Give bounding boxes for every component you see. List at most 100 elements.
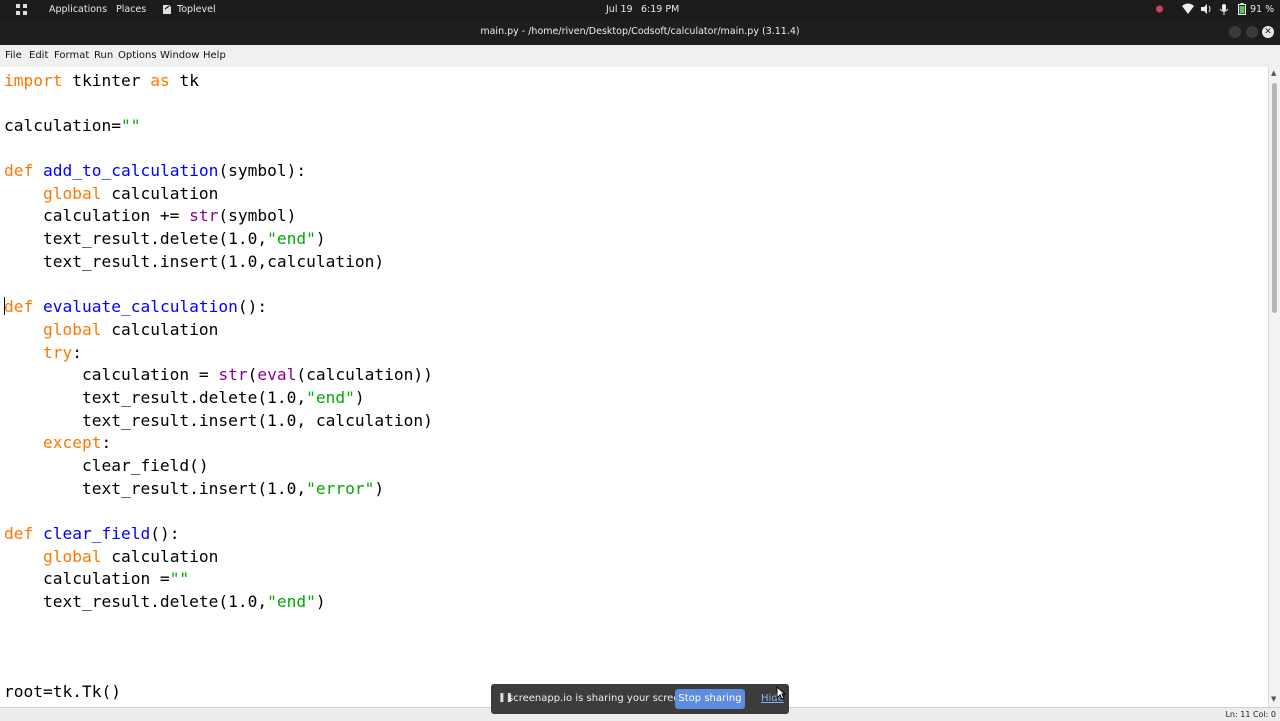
active-app-menu[interactable]: Toplevel [177, 4, 216, 15]
menu-edit[interactable]: Edit [29, 50, 48, 61]
code-token: text_result.insert(1.0, [4, 479, 307, 498]
code-line-21[interactable]: root=tk.Tk() [4, 682, 121, 704]
menu-options[interactable]: Options [118, 50, 157, 61]
code-line-10[interactable]: try: [4, 343, 82, 365]
maximize-button[interactable] [1246, 26, 1258, 38]
code-token: "" [120, 116, 141, 135]
code-token: root=tk.Tk() [4, 682, 121, 701]
code-editor[interactable]: import tkinter as tk calculation="" def … [0, 67, 1268, 707]
code-line-9[interactable]: global calculation [4, 320, 218, 342]
menu-help[interactable]: Help [203, 50, 226, 61]
mouse-pointer-icon [776, 686, 786, 700]
code-token: global [42, 547, 102, 566]
code-token: str [189, 206, 219, 225]
menu-format[interactable]: Format [54, 50, 89, 61]
code-token: ) [315, 592, 326, 611]
code-token: text_result.insert(1.0,calculation) [4, 252, 385, 271]
menu-window[interactable]: Window [160, 50, 199, 61]
code-token: calculation [101, 184, 219, 203]
close-button[interactable]: ✕ [1262, 26, 1274, 38]
scroll-down-arrow-icon[interactable]: ▼ [1271, 695, 1276, 703]
code-token: : [101, 433, 112, 452]
code-token: tk [169, 71, 199, 90]
code-line-2[interactable]: calculation="" [4, 116, 140, 138]
code-token: (): [237, 297, 268, 316]
code-token: calculation [101, 320, 219, 339]
sharing-message: screenapp.io is sharing your screen. [508, 693, 690, 704]
record-icon [1156, 5, 1163, 13]
code-token: calculation += [4, 206, 190, 225]
code-line-18[interactable]: global calculation [4, 547, 218, 569]
code-token: (calculation)) [296, 365, 433, 384]
window-title-bar[interactable]: main.py - /home/riven/Desktop/Codsoft/ca… [0, 20, 1280, 45]
scroll-up-arrow-icon[interactable]: ▲ [1271, 69, 1276, 77]
code-token: "end" [306, 388, 355, 407]
screen-sharing-banner: ❚❚ screenapp.io is sharing your screen. … [491, 684, 789, 714]
code-token: add_to_calculation [43, 161, 219, 180]
microphone-icon[interactable] [1219, 3, 1229, 15]
code-line-11[interactable]: calculation = str(eval(calculation)) [4, 365, 433, 387]
stop-sharing-button[interactable]: Stop sharing [675, 689, 745, 709]
code-line-17[interactable]: def clear_field(): [4, 524, 179, 546]
window-title: main.py - /home/riven/Desktop/Codsoft/ca… [480, 26, 800, 37]
code-token: def [4, 524, 34, 543]
menu-bar: File Edit Format Run Options Window Help [0, 45, 1280, 68]
cursor-position: Ln: 11 Col: 0 [1225, 710, 1276, 719]
code-token: "end" [267, 229, 316, 248]
code-token: (symbol) [218, 206, 297, 225]
code-line-7[interactable]: text_result.insert(1.0,calculation) [4, 252, 384, 274]
code-token: except [42, 433, 102, 452]
code-token: as [150, 71, 170, 90]
code-token: global [42, 320, 102, 339]
minimize-button[interactable] [1229, 26, 1241, 38]
date-label[interactable]: Jul 19 [606, 4, 633, 15]
code-token: ) [315, 229, 326, 248]
apps-grid-icon[interactable] [16, 4, 27, 15]
wifi-icon[interactable] [1182, 3, 1194, 15]
code-line-19[interactable]: calculation ="" [4, 569, 189, 591]
time-label[interactable]: 6:19 PM [641, 4, 679, 15]
code-token: calculation= [4, 116, 121, 135]
code-line-15[interactable]: clear_field() [4, 456, 209, 478]
volume-icon[interactable] [1200, 3, 1212, 15]
code-line-1[interactable]: import tkinter as tk [4, 71, 199, 93]
code-token: str [218, 365, 248, 384]
code-token: : [72, 343, 82, 362]
code-line-20[interactable]: text_result.delete(1.0,"end") [4, 592, 326, 614]
code-token: clear_field() [4, 456, 209, 475]
code-line-14[interactable]: except: [4, 433, 111, 455]
code-line-16[interactable]: text_result.insert(1.0,"error") [4, 479, 384, 501]
code-line-6[interactable]: text_result.delete(1.0,"end") [4, 229, 326, 251]
code-line-12[interactable]: text_result.delete(1.0,"end") [4, 388, 365, 410]
code-line-3[interactable]: def add_to_calculation(symbol): [4, 161, 306, 183]
code-line-13[interactable]: text_result.insert(1.0, calculation) [4, 411, 433, 433]
code-token: (): [150, 524, 180, 543]
code-token: def [4, 161, 34, 180]
code-token: ) [374, 479, 385, 498]
menu-run[interactable]: Run [94, 50, 113, 61]
code-line-4[interactable]: global calculation [4, 184, 218, 206]
code-token: import [4, 71, 63, 90]
code-token: evaluate_calculation [43, 297, 238, 316]
code-line-8[interactable]: def evaluate_calculation(): [4, 297, 267, 319]
battery-icon[interactable] [1238, 3, 1246, 15]
code-line-5[interactable]: calculation += str(symbol) [4, 206, 296, 228]
code-token: ( [247, 365, 258, 384]
toplevel-app-icon [163, 5, 171, 14]
code-token: "error" [306, 479, 375, 498]
vertical-scrollbar[interactable]: ▲ ▼ [1268, 67, 1280, 707]
code-token: text_result.delete(1.0, [4, 592, 268, 611]
places-menu[interactable]: Places [116, 4, 146, 15]
code-token: tkinter [62, 71, 151, 90]
scrollbar-thumb[interactable] [1272, 83, 1277, 313]
top-panel: Applications Places Toplevel Jul 19 6:19… [0, 0, 1280, 20]
applications-menu[interactable]: Applications [49, 4, 107, 15]
code-token: def [4, 297, 34, 316]
menu-file[interactable]: File [5, 50, 22, 61]
text-cursor [4, 297, 5, 315]
